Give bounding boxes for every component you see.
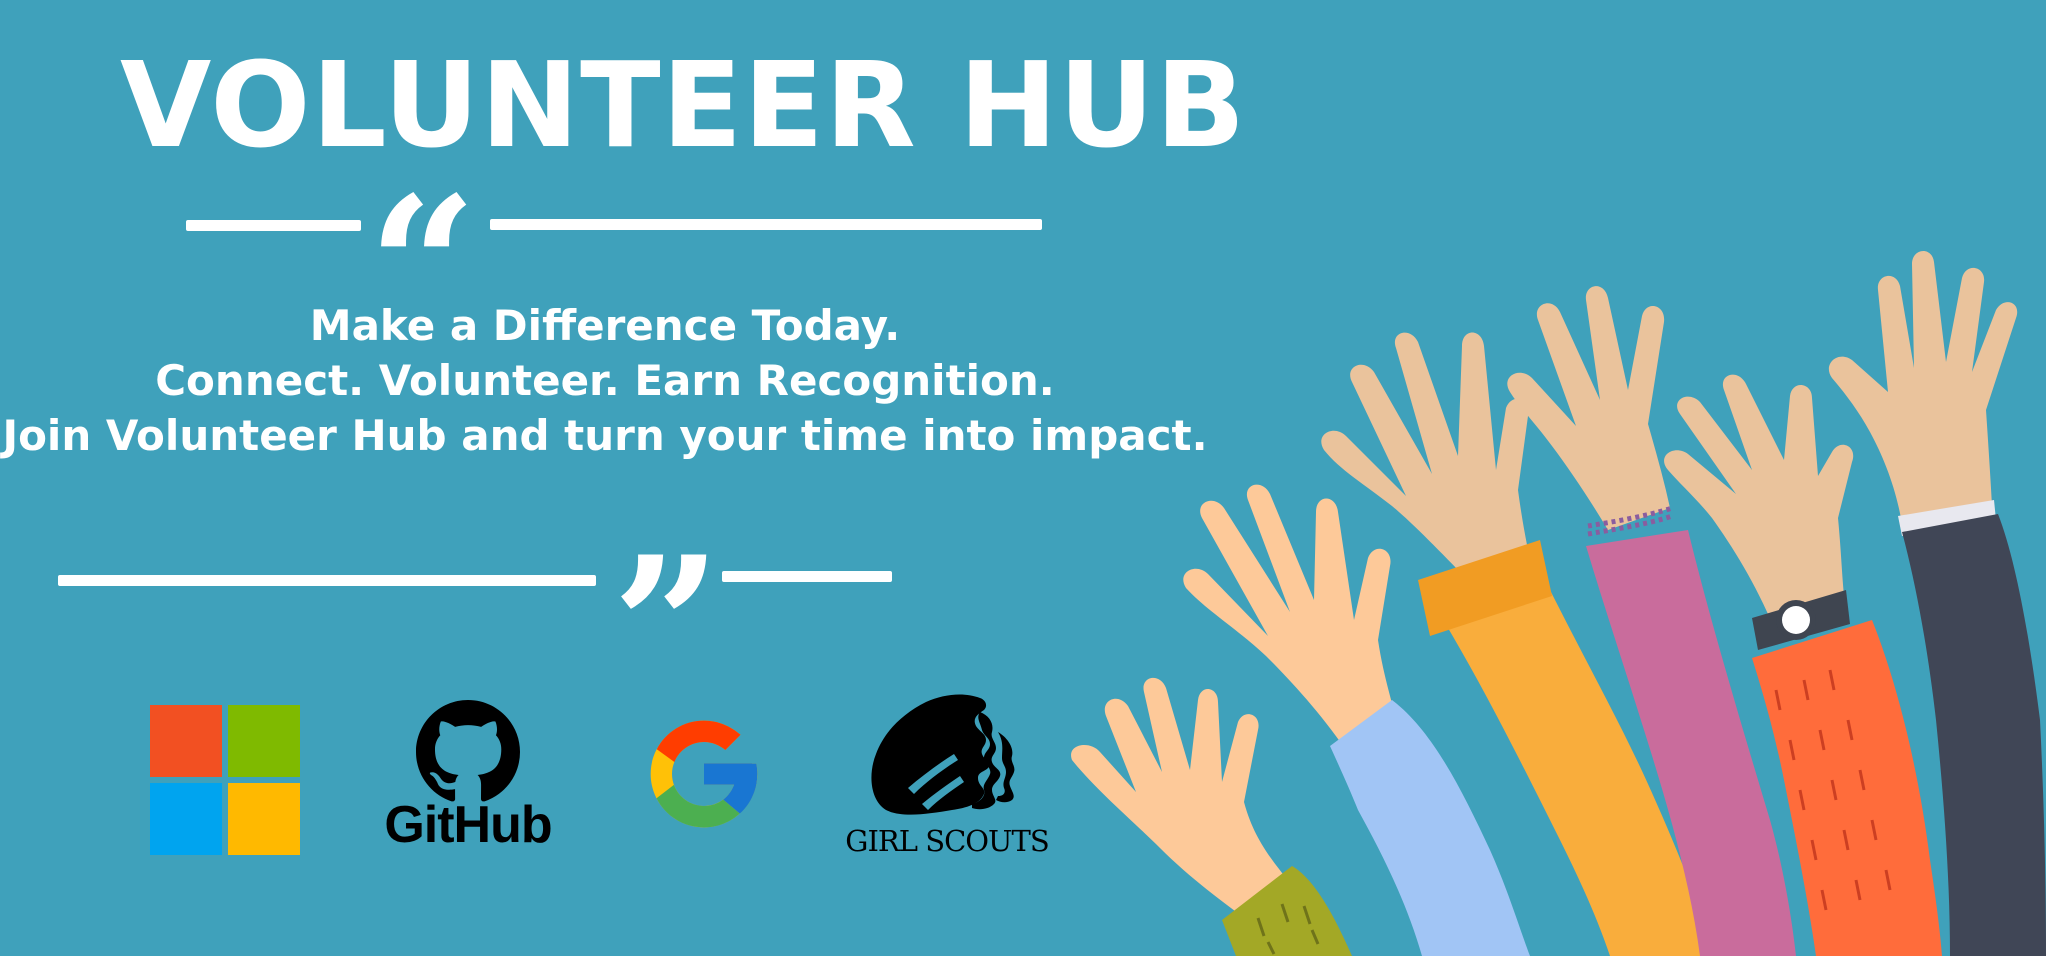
github-logo-icon [416, 700, 520, 804]
divider-line [186, 220, 361, 231]
tagline-line-3: Join Volunteer Hub and turn your time in… [2, 411, 1208, 460]
tagline-line-2: Connect. Volunteer. Earn Recognition. [155, 356, 1055, 405]
divider-line [722, 571, 892, 582]
divider-line [490, 219, 1042, 230]
github-wordmark: GitHub [384, 796, 552, 854]
girl-scouts-logo-icon [868, 692, 1018, 824]
closing-quote-icon: ” [612, 515, 722, 738]
tagline-line-1: Make a Difference Today. [309, 301, 901, 350]
volunteer-hub-banner: VOLUNTEER HUB “ Make a Difference Today.… [0, 0, 2046, 956]
microsoft-logo-icon [150, 705, 300, 855]
girl-scouts-wordmark: GIRL SCOUTS [845, 824, 1049, 858]
google-logo-icon [640, 710, 768, 838]
divider-line [58, 575, 596, 586]
page-title: VOLUNTEER HUB [120, 36, 1247, 174]
raised-hands-illustration [1071, 250, 2046, 956]
